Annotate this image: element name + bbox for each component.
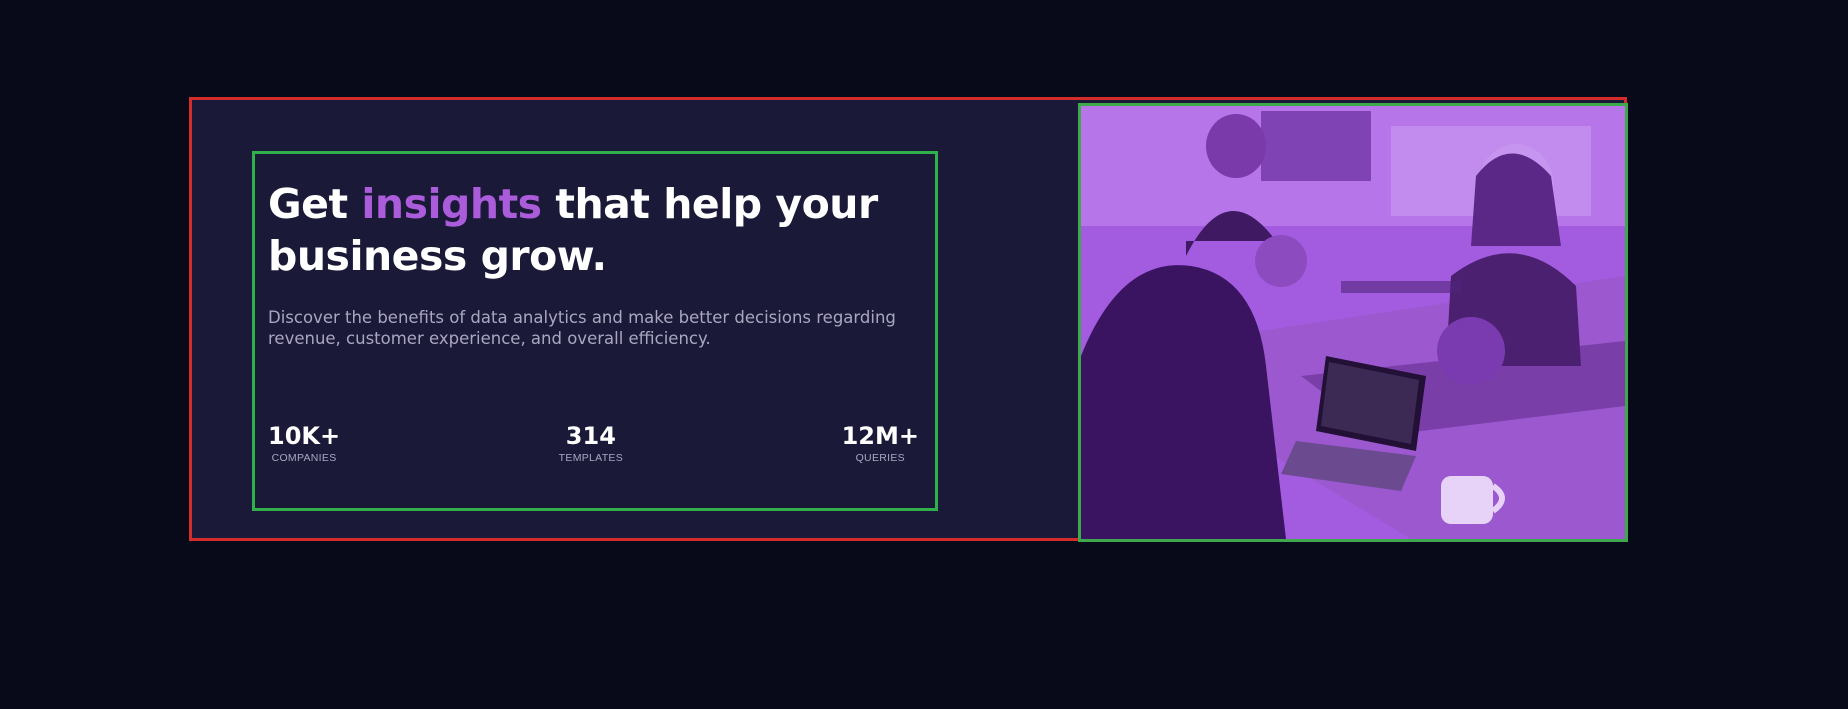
team-photo-illustration bbox=[1081, 106, 1625, 539]
stat-value: 10K+ bbox=[268, 422, 341, 450]
hero-content: Get insights that help your business gro… bbox=[252, 151, 938, 511]
stat-value: 12M+ bbox=[841, 422, 919, 450]
stat-companies: 10K+ COMPANIES bbox=[268, 422, 340, 472]
headline-accent: insights bbox=[361, 180, 542, 228]
stats-row: 10K+ COMPANIES 314 TEMPLATES 12M+ QUERIE… bbox=[268, 422, 919, 472]
hero-headline: Get insights that help your business gro… bbox=[268, 178, 908, 282]
stat-queries: 12M+ QUERIES bbox=[842, 422, 919, 472]
headline-prefix: Get bbox=[268, 180, 362, 228]
hero-description: Discover the benefits of data analytics … bbox=[268, 308, 896, 348]
stat-templates: 314 TEMPLATES bbox=[559, 422, 623, 472]
stat-label: QUERIES bbox=[855, 452, 905, 464]
stat-label: COMPANIES bbox=[271, 452, 337, 464]
stat-value: 314 bbox=[565, 422, 616, 450]
stat-label: TEMPLATES bbox=[558, 452, 624, 464]
hero-image bbox=[1078, 103, 1628, 542]
